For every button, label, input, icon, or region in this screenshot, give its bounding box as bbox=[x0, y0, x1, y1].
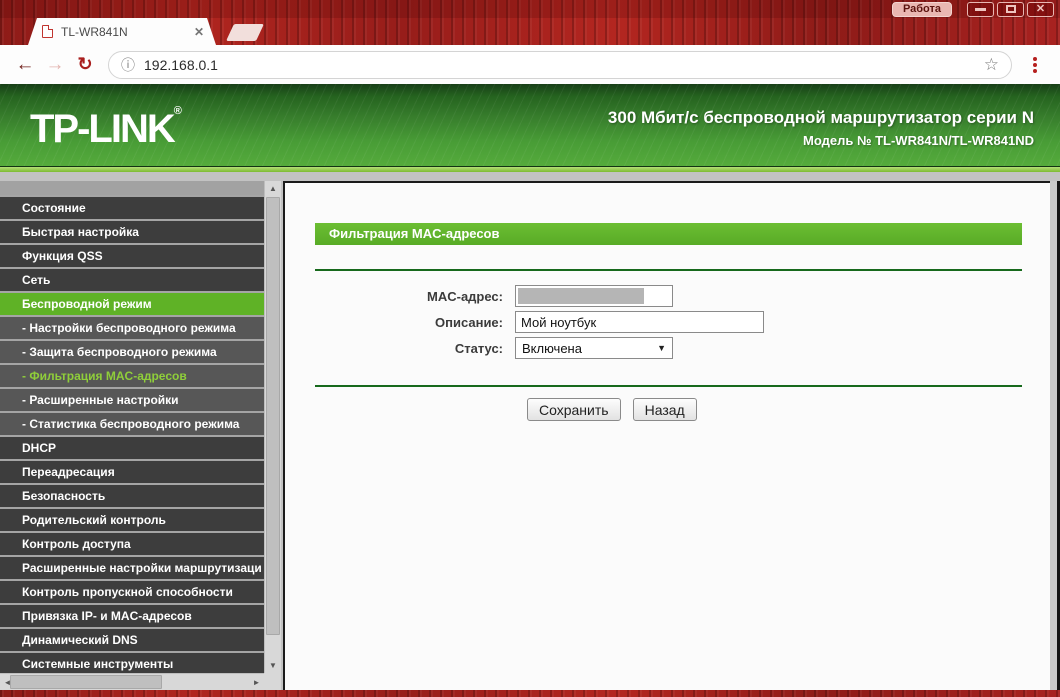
site-info-icon[interactable]: ⓘ bbox=[121, 55, 135, 75]
mac-address-input[interactable] bbox=[515, 285, 673, 307]
url-text[interactable]: 192.168.0.1 bbox=[144, 57, 984, 73]
description-input[interactable] bbox=[515, 311, 764, 333]
sidebar-item[interactable]: Функция QSS bbox=[0, 243, 264, 267]
content-frame: Фильтрация MAC-адресов MAC-адрес: Описан… bbox=[283, 181, 1050, 690]
sidebar-item[interactable]: Родительский контроль bbox=[0, 507, 264, 531]
sidebar-item[interactable]: Беспроводной режим bbox=[0, 291, 264, 315]
form-row-status: Статус: Включена ▼ bbox=[285, 335, 1050, 361]
router-header: TP-LINK® 300 Мбит/с беспроводной маршрут… bbox=[0, 84, 1060, 166]
sidebar-item[interactable]: Контроль пропускной способности bbox=[0, 579, 264, 603]
scroll-up-icon[interactable]: ▲ bbox=[265, 181, 281, 196]
bookmark-star-icon[interactable]: ☆ bbox=[984, 55, 999, 75]
status-select[interactable]: Включена ▼ bbox=[515, 337, 673, 359]
profile-label: Работа bbox=[902, 3, 941, 15]
router-header-text: 300 Мбит/с беспроводной маршрутизатор се… bbox=[608, 108, 1034, 148]
minimize-icon bbox=[975, 7, 986, 11]
sidebar-item[interactable]: - Защита беспроводного режима bbox=[0, 339, 264, 363]
sidebar-item[interactable]: Состояние bbox=[0, 195, 264, 219]
maximize-button[interactable] bbox=[997, 1, 1024, 17]
section-title-bar: Фильтрация MAC-адресов bbox=[315, 223, 1022, 245]
scroll-right-icon[interactable]: ► bbox=[249, 674, 264, 690]
tab-title: TL-WR841N bbox=[61, 24, 128, 39]
maximize-icon bbox=[1005, 5, 1016, 13]
vertical-scroll-thumb[interactable] bbox=[266, 197, 280, 635]
sidebar-menu: Состояние Быстрая настройка Функция QSS Сет… bbox=[0, 181, 264, 673]
sidebar-item[interactable]: Системные инструменты bbox=[0, 651, 264, 673]
scrollbar-corner bbox=[264, 673, 281, 690]
window-titlebar: Работа ✕ bbox=[0, 0, 1060, 18]
registered-mark: ® bbox=[173, 104, 182, 117]
sidebar-frame: Состояние Быстрая настройка Функция QSS Сет… bbox=[0, 181, 281, 690]
sidebar-horizontal-scrollbar[interactable]: ◄ ► bbox=[0, 673, 264, 690]
sidebar-item[interactable]: - Настройки беспроводного режима bbox=[0, 315, 264, 339]
mac-address-label: MAC-адрес: bbox=[427, 288, 503, 304]
sidebar-item[interactable]: Контроль доступа bbox=[0, 531, 264, 555]
address-bar[interactable]: ⓘ 192.168.0.1 ☆ bbox=[108, 50, 1012, 79]
description-label: Описание: bbox=[435, 314, 503, 330]
form-row-mac: MAC-адрес: bbox=[285, 283, 1050, 309]
sidebar-item[interactable]: - Статистика беспроводного режима bbox=[0, 411, 264, 435]
divider-bottom bbox=[315, 385, 1022, 387]
router-title: 300 Мбит/с беспроводной маршрутизатор се… bbox=[607, 108, 1034, 127]
divider-top bbox=[315, 269, 1022, 271]
chevron-down-icon: ▼ bbox=[657, 343, 666, 353]
sidebar-item[interactable]: Расширенные настройки маршрутизаци bbox=[0, 555, 264, 579]
back-button[interactable]: Назад bbox=[632, 398, 697, 421]
scroll-down-icon[interactable]: ▼ bbox=[265, 658, 281, 673]
sidebar-item[interactable]: Быстрая настройка bbox=[0, 219, 264, 243]
back-icon[interactable]: ← bbox=[12, 52, 38, 78]
tab-close-icon[interactable]: ✕ bbox=[190, 23, 208, 41]
router-model: Модель № TL-WR841N/TL-WR841ND bbox=[803, 133, 1034, 148]
tab-strip: TL-WR841N ✕ bbox=[0, 18, 1060, 45]
close-button[interactable]: ✕ bbox=[1027, 1, 1054, 17]
form-buttons: Сохранить Назад bbox=[285, 398, 1050, 421]
reload-icon[interactable]: ↻ bbox=[72, 52, 98, 78]
mac-address-redacted-value bbox=[518, 288, 644, 304]
mac-filter-form: MAC-адрес: Описание: Статус: Включена ▼ bbox=[285, 283, 1050, 361]
sidebar-item[interactable]: Сеть bbox=[0, 267, 264, 291]
section-title: Фильтрация MAC-адресов bbox=[329, 226, 500, 241]
forward-icon: → bbox=[45, 53, 65, 75]
sidebar-item[interactable]: DHCP bbox=[0, 435, 264, 459]
browser-tab[interactable]: TL-WR841N ✕ bbox=[28, 18, 216, 45]
sidebar-item[interactable]: Привязка IP- и MAC-адресов bbox=[0, 603, 264, 627]
browser-menu-icon[interactable] bbox=[1022, 53, 1048, 77]
status-selected-value: Включена bbox=[522, 340, 582, 356]
window-bottom-border bbox=[0, 690, 1060, 697]
browser-window: Работа ✕ TL-WR841N ✕ ← → ↻ ⓘ 192.168.0.1… bbox=[0, 0, 1060, 697]
save-button[interactable]: Сохранить bbox=[527, 398, 621, 421]
sidebar-top-band bbox=[0, 181, 264, 195]
sidebar-item[interactable]: Переадресация bbox=[0, 459, 264, 483]
form-row-description: Описание: bbox=[285, 309, 1050, 335]
tplink-logo: TP-LINK® bbox=[30, 105, 182, 152]
close-icon: ✕ bbox=[1035, 2, 1046, 15]
sidebar-vertical-scrollbar[interactable]: ▲ ▼ bbox=[264, 181, 281, 673]
sidebar-item[interactable]: Безопасность bbox=[0, 483, 264, 507]
sidebar-item[interactable]: - Расширенные настройки bbox=[0, 387, 264, 411]
content-right-scroll-strip[interactable] bbox=[1050, 181, 1060, 690]
new-tab-button[interactable] bbox=[226, 24, 264, 41]
sidebar-item[interactable]: - Фильтрация MAC-адресов bbox=[0, 363, 264, 387]
page-body: Состояние Быстрая настройка Функция QSS Сет… bbox=[0, 181, 1060, 690]
sidebar-item[interactable]: Динамический DNS bbox=[0, 627, 264, 651]
horizontal-scroll-thumb[interactable] bbox=[10, 675, 162, 689]
page-icon bbox=[42, 25, 53, 38]
browser-toolbar: ← → ↻ ⓘ 192.168.0.1 ☆ bbox=[0, 45, 1060, 84]
profile-button[interactable]: Работа bbox=[891, 1, 952, 17]
status-label: Статус: bbox=[454, 340, 503, 356]
minimize-button[interactable] bbox=[967, 1, 994, 17]
frame-top-gap bbox=[0, 172, 1060, 181]
logo-text: TP-LINK bbox=[30, 106, 176, 151]
